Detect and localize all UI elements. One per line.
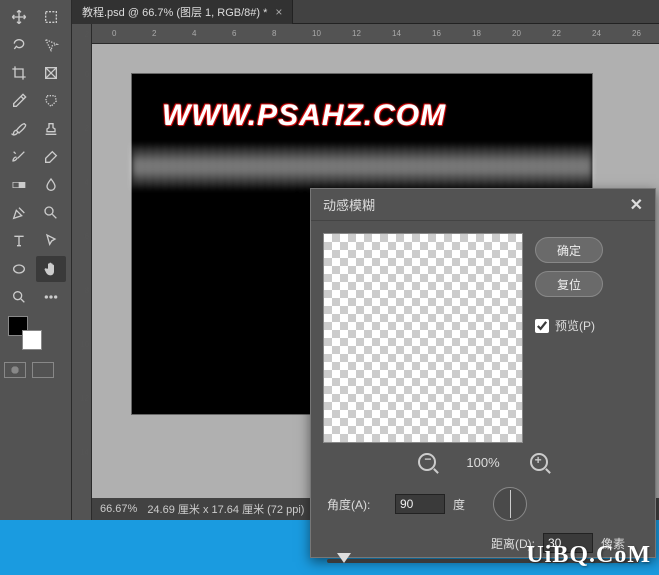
reset-button[interactable]: 复位 — [535, 271, 603, 297]
dialog-title: 动感模糊 — [323, 195, 375, 214]
screen-mode-icon[interactable] — [32, 362, 54, 378]
hand-tool[interactable] — [36, 256, 66, 282]
status-dims: 24.69 厘米 x 17.64 厘米 (72 ppi) — [147, 501, 304, 517]
document-tab[interactable]: 教程.psd @ 66.7% (图层 1, RGB/8#) * × — [72, 0, 293, 24]
frame-tool[interactable] — [36, 60, 66, 86]
angle-label: 角度(A): — [327, 496, 387, 513]
blur-tool[interactable] — [36, 172, 66, 198]
brush-tool[interactable] — [4, 116, 34, 142]
status-zoom[interactable]: 66.67% — [100, 503, 137, 515]
angle-input[interactable] — [395, 494, 445, 514]
tab-title: 教程.psd @ 66.7% (图层 1, RGB/8#) * — [82, 4, 267, 20]
angle-row: 角度(A): 度 — [311, 481, 655, 527]
app-window: 教程.psd @ 66.7% (图层 1, RGB/8#) * × 2 0 2 … — [0, 0, 659, 520]
type-tool[interactable] — [4, 228, 34, 254]
horizontal-ruler: 0 2 4 6 8 10 12 14 16 18 20 22 24 26 — [92, 24, 659, 44]
patch-tool[interactable] — [36, 88, 66, 114]
history-brush-tool[interactable] — [4, 144, 34, 170]
shape-tool[interactable] — [4, 256, 34, 282]
angle-unit: 度 — [453, 496, 465, 513]
tools-panel — [0, 0, 72, 520]
document-tabbar: 教程.psd @ 66.7% (图层 1, RGB/8#) * × — [72, 0, 659, 24]
preview-label: 预览(P) — [555, 317, 595, 334]
ok-button[interactable]: 确定 — [535, 237, 603, 263]
more-tools[interactable] — [36, 284, 66, 310]
preview-thumbnail[interactable] — [323, 233, 523, 443]
eyedropper-tool[interactable] — [4, 88, 34, 114]
zoom-percent: 100% — [466, 455, 499, 470]
marquee-tool[interactable] — [36, 4, 66, 30]
motion-blur-effect — [132, 144, 592, 189]
move-tool[interactable] — [4, 4, 34, 30]
preview-checkbox[interactable]: 预览(P) — [535, 317, 603, 334]
zoom-in-icon[interactable] — [530, 453, 548, 471]
close-icon[interactable]: × — [275, 5, 282, 19]
crop-tool[interactable] — [4, 60, 34, 86]
canvas-text: WWW.PSAHZ.COM — [162, 99, 446, 133]
zoom-out-icon[interactable] — [418, 453, 436, 471]
quick-select-tool[interactable] — [36, 32, 66, 58]
background-color[interactable] — [22, 330, 42, 350]
eraser-tool[interactable] — [36, 144, 66, 170]
zoom-tool[interactable] — [4, 284, 34, 310]
dialog-titlebar[interactable]: 动感模糊 ✕ — [311, 189, 655, 221]
gradient-tool[interactable] — [4, 172, 34, 198]
path-select-tool[interactable] — [36, 228, 66, 254]
angle-dial[interactable] — [493, 487, 527, 521]
pen-tool[interactable] — [4, 200, 34, 226]
lasso-tool[interactable] — [4, 32, 34, 58]
quick-mask-icon[interactable] — [4, 362, 26, 378]
dodge-tool[interactable] — [36, 200, 66, 226]
stamp-tool[interactable] — [36, 116, 66, 142]
color-swatches[interactable] — [4, 316, 67, 356]
motion-blur-dialog: 动感模糊 ✕ 确定 复位 预览(P) 100% 角度(A): 度 — [310, 188, 656, 558]
preview-zoom-controls: 100% — [311, 453, 655, 481]
watermark: UiBQ.CoM — [526, 542, 651, 569]
close-icon[interactable]: ✕ — [630, 195, 643, 215]
preview-checkbox-input[interactable] — [535, 319, 549, 333]
vertical-ruler: 2 0 2 4 6 8 10 12 14 — [72, 24, 92, 520]
